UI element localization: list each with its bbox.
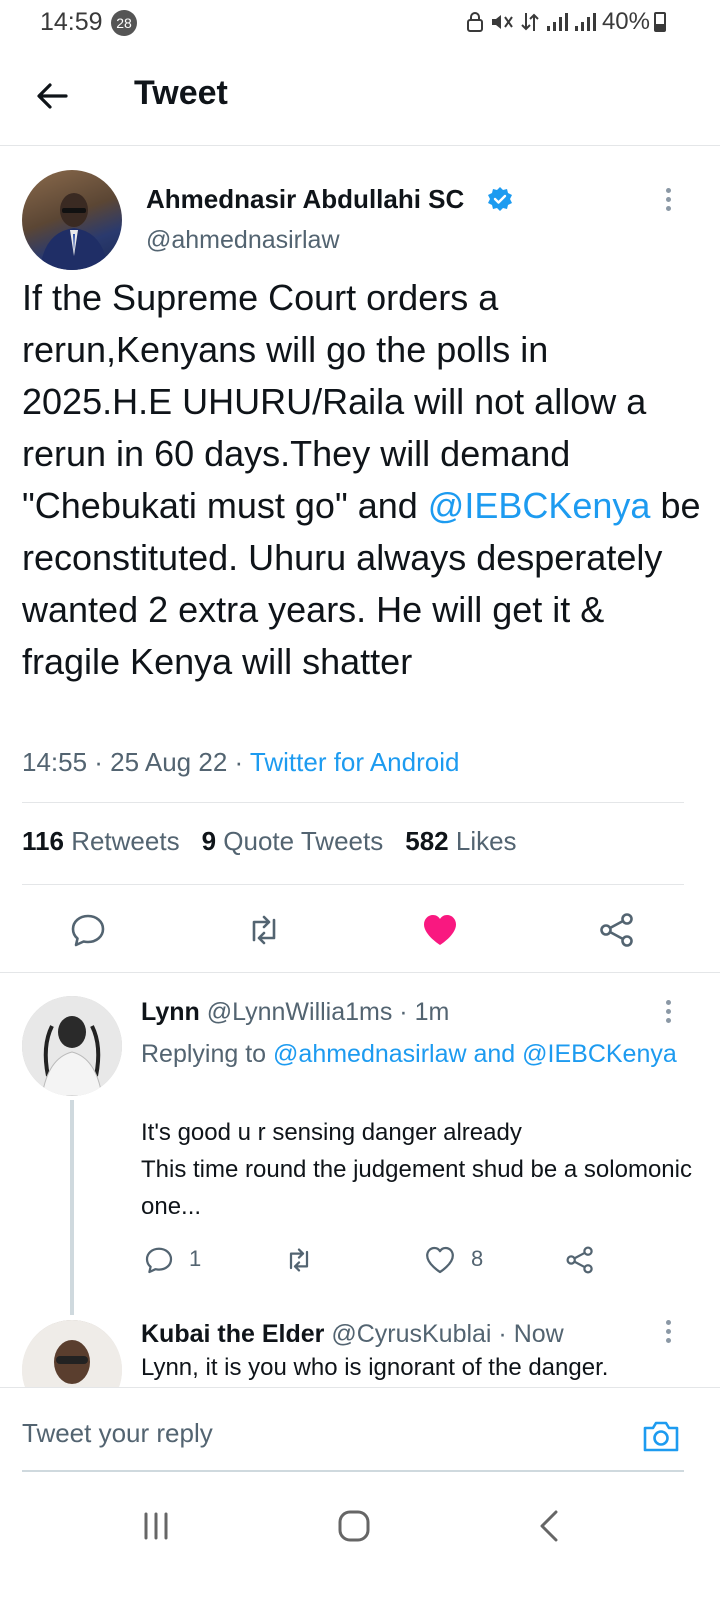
status-bar: 14:59 28 40%	[0, 0, 720, 46]
thread-connector-line	[70, 1100, 74, 1315]
status-time: 14:59	[40, 8, 103, 36]
reply-author-handle[interactable]: @CyrusKublai · Now	[331, 1320, 563, 1348]
mute-icon	[491, 15, 513, 29]
system-nav-bar	[0, 1490, 720, 1600]
reply-icon[interactable]	[68, 910, 108, 950]
retweets-count: 116	[22, 826, 64, 856]
signal-icon-2	[574, 13, 596, 31]
reply-author-handle[interactable]: @LynnWillia1ms · 1m	[207, 998, 450, 1026]
divider	[22, 884, 684, 885]
quote-tweets-label: Quote Tweets	[223, 826, 384, 856]
reply-author-name[interactable]: Lynn	[141, 998, 200, 1026]
reply-avatar-lynn-image	[22, 996, 122, 1096]
retweet-icon[interactable]	[244, 910, 284, 950]
battery-fill	[656, 23, 664, 30]
replying-to-mentions[interactable]: @ahmednasirlaw and @IEBCKenya	[273, 1040, 677, 1068]
author-name[interactable]: Ahmednasir Abdullahi SC	[146, 184, 464, 215]
tweet-mention-link[interactable]: @IEBCKenya	[428, 485, 651, 526]
likes-count: 582	[405, 826, 449, 856]
reply-header: Lynn @LynnWillia1ms · 1m	[141, 998, 449, 1027]
reply-input[interactable]	[22, 1418, 622, 1449]
status-icons: 40%	[466, 8, 650, 35]
like-icon-filled[interactable]	[420, 910, 460, 950]
tweet-action-bar	[0, 900, 720, 960]
tweet-timestamp: 14:55 · 25 Aug 22 ·	[22, 747, 250, 777]
recent-apps-icon[interactable]	[136, 1506, 176, 1546]
retweets-label: Retweets	[71, 826, 180, 856]
likes-stat[interactable]: 582 Likes	[405, 826, 516, 857]
divider	[22, 802, 684, 803]
tweet-more-options-icon[interactable]	[664, 188, 672, 215]
replying-to: Replying to @ahmednasirlaw and @IEBCKeny…	[141, 1036, 681, 1073]
reply-count: 1	[189, 1246, 202, 1271]
share-icon[interactable]	[564, 1244, 596, 1276]
divider	[0, 972, 720, 973]
notification-count-badge: 28	[111, 10, 137, 36]
tweet-text: If the Supreme Court orders a rerun,Keny…	[22, 272, 702, 688]
page-title: Tweet	[134, 74, 228, 112]
reply-more-options-icon[interactable]	[664, 1000, 672, 1027]
signal-icon-1	[546, 13, 568, 31]
replying-to-prefix: Replying to	[141, 1040, 274, 1068]
back-nav-icon[interactable]	[530, 1506, 570, 1546]
battery-percent: 40%	[601, 8, 650, 35]
author-avatar-image	[40, 193, 108, 270]
reply-text: It's good u r sensing danger already Thi…	[141, 1114, 701, 1225]
retweets-stat[interactable]: 116 Retweets	[22, 826, 180, 857]
data-transfer-icon	[521, 13, 539, 31]
like-count: 8	[471, 1246, 484, 1271]
retweet-icon[interactable]	[283, 1244, 315, 1276]
reply-text: Lynn, it is you who is ignorant of the d…	[141, 1354, 609, 1381]
reply-text-line-1: It's good u r sensing danger already	[141, 1119, 522, 1146]
verified-badge-icon	[488, 187, 512, 211]
back-arrow-icon[interactable]	[32, 76, 72, 116]
reply-header: Kubai the Elder @CyrusKublai · Now	[141, 1320, 564, 1349]
quote-tweets-count: 9	[201, 826, 217, 856]
share-icon[interactable]	[597, 910, 637, 950]
reply-action-bar: 1 8	[141, 1240, 701, 1280]
camera-icon[interactable]	[641, 1416, 681, 1456]
composer-underline	[22, 1470, 684, 1472]
reply-icon[interactable]	[143, 1244, 175, 1276]
battery-icon	[654, 12, 666, 32]
tweet-meta: 14:55 · 25 Aug 22 · Twitter for Android	[22, 747, 459, 778]
reply-author-name[interactable]: Kubai the Elder	[141, 1320, 324, 1348]
top-app-bar: Tweet	[0, 46, 720, 146]
tweet-stats: 116 Retweets 9 Quote Tweets 582 Likes	[22, 826, 517, 857]
reply-text-line-2: This time round the judgement shud be a …	[141, 1156, 692, 1220]
likes-label: Likes	[455, 826, 517, 856]
lock-icon	[466, 12, 483, 32]
author-handle[interactable]: @ahmednasirlaw	[146, 226, 340, 255]
reply-composer	[0, 1387, 720, 1482]
author-avatar[interactable]	[22, 170, 122, 270]
reply-avatar-lynn[interactable]	[22, 996, 122, 1096]
quote-tweets-stat[interactable]: 9 Quote Tweets	[202, 826, 384, 857]
reply-more-options-icon[interactable]	[664, 1320, 672, 1347]
home-icon[interactable]	[334, 1506, 374, 1546]
tweet-source-link[interactable]: Twitter for Android	[250, 747, 460, 777]
like-icon[interactable]	[424, 1244, 456, 1276]
